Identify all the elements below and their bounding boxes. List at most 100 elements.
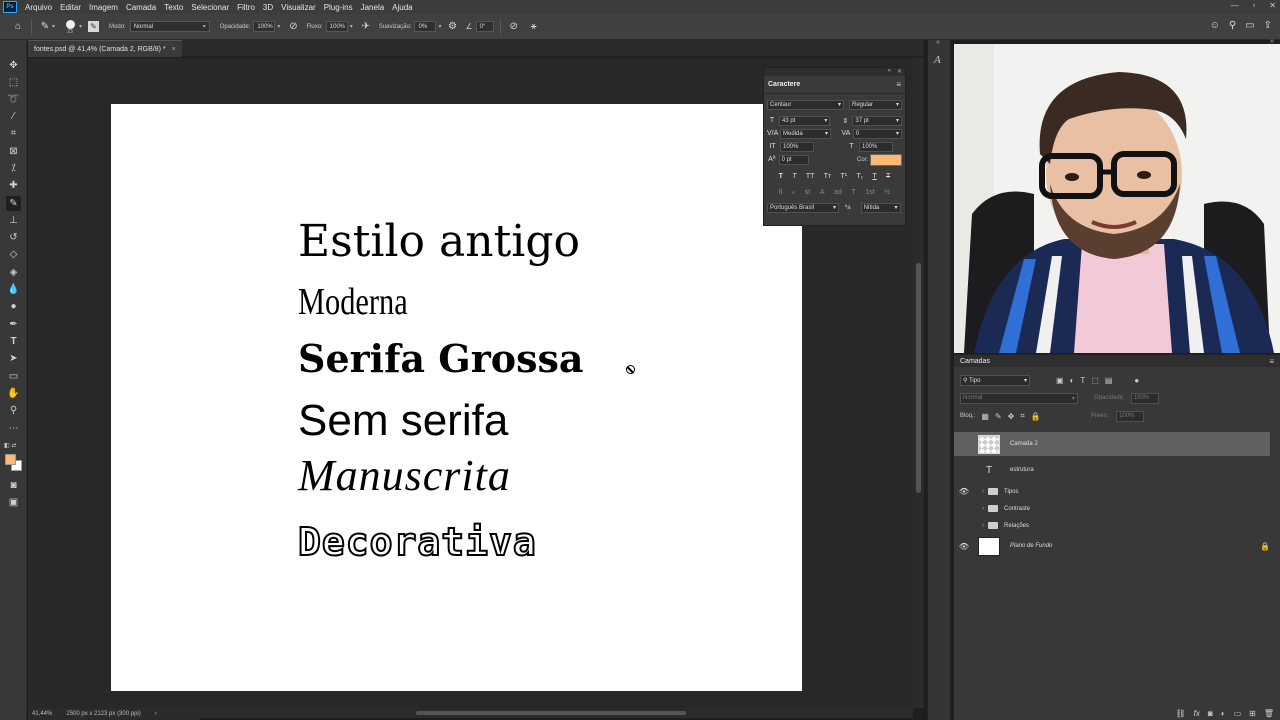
expand-arrow-icon[interactable]: › — [974, 489, 984, 495]
faux-bold-button[interactable]: T — [779, 173, 783, 180]
layer-opacity-input[interactable]: 100% — [1130, 392, 1159, 404]
font-family-select[interactable]: Centaur ▾ — [767, 99, 844, 110]
underline-button[interactable]: T — [872, 173, 876, 180]
close-window-button[interactable]: ✕ — [1269, 1, 1276, 10]
swash-button[interactable]: ad — [834, 189, 842, 196]
filter-smart-object-icon[interactable]: ▤ — [1105, 376, 1113, 385]
menu-selecionar[interactable]: Selecionar — [187, 3, 233, 12]
document-tab[interactable]: fontes.psd @ 41,4% (Camada 2, RGB/8) * × — [28, 40, 182, 57]
lock-transparent-icon[interactable]: ▦ — [981, 412, 989, 421]
smoothing-settings-gear-icon[interactable]: ⚙ — [446, 20, 460, 34]
layer-item[interactable]: T estrutura — [954, 459, 1270, 481]
rectangle-tool-icon[interactable]: ▭ — [6, 369, 21, 384]
link-icon[interactable]: ⛓ — [1176, 709, 1186, 718]
stylistic-alt-button[interactable]: st — [805, 189, 810, 196]
small-caps-button[interactable]: Tт — [824, 173, 831, 180]
eye-icon[interactable]: 👁 — [954, 542, 974, 551]
character-panel-icon[interactable]: A — [934, 54, 941, 66]
hand-tool-icon[interactable]: ✋ — [6, 386, 21, 401]
tracking-input[interactable]: 0 ▾ — [852, 128, 902, 139]
text-color-swatch[interactable] — [870, 153, 902, 166]
subscript-button[interactable]: T₁ — [856, 173, 863, 180]
panel-menu-icon[interactable]: ≡ — [896, 80, 901, 89]
horizontal-scale-input[interactable]: 100% — [859, 141, 893, 152]
move-tool-icon[interactable]: ✥ — [6, 58, 21, 73]
menu-visualizar[interactable]: Visualizar — [277, 3, 320, 12]
flow-input[interactable]: 100% — [325, 21, 348, 32]
new-layer-icon[interactable]: ⊞ — [1249, 709, 1256, 718]
healing-brush-tool-icon[interactable]: ✚ — [6, 178, 21, 193]
close-panel-icon[interactable]: ✕ — [897, 68, 902, 76]
panel-menu-icon[interactable]: ≡ — [1269, 357, 1274, 366]
dodge-tool-icon[interactable]: ● — [6, 299, 21, 314]
adjustment-icon[interactable]: ◐ — [1221, 709, 1226, 718]
lock-all-icon[interactable]: 🔒 — [1031, 412, 1041, 421]
horizontal-scrollbar[interactable] — [200, 708, 913, 718]
zoom-tool-icon[interactable]: ⚲ — [6, 403, 21, 418]
menu-arquivo[interactable]: Arquivo — [21, 3, 56, 12]
menu-plugins[interactable]: Plug-ins — [320, 3, 357, 12]
pressure-size-icon[interactable]: ⊘ — [507, 20, 521, 34]
mask-icon[interactable]: ◙ — [1208, 709, 1213, 718]
airbrush-icon[interactable]: ✈ — [359, 20, 373, 34]
eye-icon[interactable]: 👁 — [954, 487, 974, 496]
expand-arrow-icon[interactable]: › — [974, 523, 984, 529]
expand-dock-icon[interactable]: « — [936, 39, 940, 46]
more-tools-icon[interactable]: ⋯ — [6, 421, 21, 436]
eraser-tool-icon[interactable]: ◇ — [6, 247, 21, 262]
opacity-chevron-icon[interactable]: ▾ — [277, 23, 280, 30]
menu-imagem[interactable]: Imagem — [85, 3, 122, 12]
lock-position-icon[interactable]: ✥ — [1008, 412, 1015, 421]
strikethrough-button[interactable]: T — [886, 173, 890, 180]
status-arrow-icon[interactable]: › — [155, 711, 157, 717]
minimize-button[interactable]: — — [1230, 1, 1238, 10]
share-icon[interactable]: ⇪ — [1264, 20, 1272, 31]
brush-size-picker[interactable]: 23 — [63, 19, 77, 35]
menu-editar[interactable]: Editar — [56, 3, 85, 12]
language-select[interactable]: Português Brasil ▾ — [767, 202, 839, 213]
default-colors-icon[interactable]: ◧ ⇄ — [4, 442, 16, 449]
document-canvas[interactable]: Estilo antigo Moderna Serifa Grossa Sem … — [111, 104, 802, 691]
search-icon[interactable]: ⚲ — [1229, 20, 1236, 31]
workspace-icon[interactable]: ▭ — [1245, 20, 1254, 31]
group-icon[interactable]: ▭ — [1234, 709, 1242, 718]
layer-filter-select[interactable]: ⚲ Tipo ▾ — [960, 374, 1030, 386]
menu-filtro[interactable]: Filtro — [233, 3, 259, 12]
fill-input[interactable]: 100% — [1116, 410, 1145, 422]
kerning-select[interactable]: Medida ▾ — [780, 128, 831, 139]
symmetry-icon[interactable]: ⚹ — [527, 20, 541, 34]
share-user-icon[interactable]: ☺ — [1210, 20, 1220, 31]
vertical-scrollbar[interactable] — [913, 58, 924, 708]
quick-mask-icon[interactable]: ◙ — [6, 478, 21, 493]
pressure-opacity-icon[interactable]: ⊘ — [286, 20, 300, 34]
type-tool-icon[interactable]: T — [6, 334, 21, 349]
paint-bucket-tool-icon[interactable]: ◈ — [6, 265, 21, 280]
collapse-panel-icon[interactable]: « — [888, 68, 891, 76]
menu-texto[interactable]: Texto — [160, 3, 187, 12]
filter-shape-icon[interactable]: ⬚ — [1091, 376, 1099, 385]
magic-wand-tool-icon[interactable]: ⁄ — [6, 109, 21, 124]
horizontal-scrollbar-thumb[interactable] — [416, 711, 686, 715]
maximize-button[interactable]: ▫ — [1252, 1, 1255, 10]
font-style-select[interactable]: Regular ▾ — [848, 99, 902, 110]
antialias-select[interactable]: Nítida ▾ — [860, 202, 901, 213]
lock-artboard-icon[interactable]: ⌗ — [1020, 411, 1025, 421]
opacity-input[interactable]: 100% — [253, 21, 276, 32]
titling-button[interactable]: A — [820, 189, 825, 196]
leading-input[interactable]: 37 pt ▾ — [852, 115, 902, 126]
lasso-tool-icon[interactable]: ➰ — [6, 92, 21, 107]
foreground-color-swatch[interactable] — [5, 454, 16, 465]
blur-tool-icon[interactable]: 💧 — [6, 282, 21, 297]
fractions-button[interactable]: ½ — [884, 189, 890, 196]
filter-toggle-icon[interactable]: ● — [1134, 376, 1139, 385]
layer-item[interactable]: Camada 2 — [954, 432, 1270, 456]
layer-item[interactable]: 👁 Plano de Fundo 🔒 — [954, 535, 1270, 557]
old-style-button[interactable]: ℴ — [792, 188, 795, 196]
blend-mode-select[interactable]: Normal ▾ — [960, 392, 1078, 404]
brush-tool-preset-icon[interactable]: ✎ — [38, 20, 52, 34]
zoom-level[interactable]: 41,44% — [32, 711, 52, 717]
marquee-tool-icon[interactable]: ⬚ — [6, 75, 21, 90]
faux-italic-button[interactable]: T — [792, 173, 796, 180]
close-tab-icon[interactable]: × — [172, 46, 176, 53]
baseline-shift-input[interactable]: 0 pt — [778, 154, 810, 165]
